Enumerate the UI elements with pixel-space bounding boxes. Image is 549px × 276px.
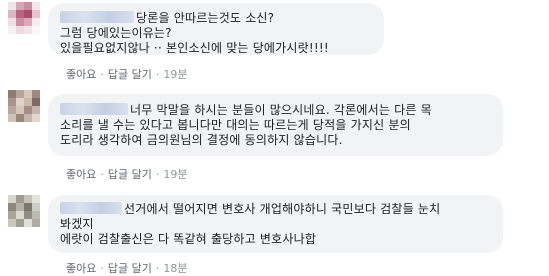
separator-dot: · xyxy=(100,168,104,181)
comment-text: 선거에서 떨어지면 변호사 개업해야하니 국민보다 검찰들 눈치 xyxy=(124,202,441,216)
comment-timestamp[interactable]: 19분 xyxy=(163,168,187,181)
comment-line: 있을필요없지않나 ·· 본인소신에 맞는 당에가시랏!!!! xyxy=(60,41,329,55)
reply-link[interactable]: 답글 달기 xyxy=(108,262,152,275)
author-name[interactable] xyxy=(60,11,134,23)
comment-line: 당론을 안따르는것도 소신? xyxy=(60,11,372,26)
separator-dot: · xyxy=(155,168,160,181)
separator-dot: · xyxy=(155,68,160,81)
comment-timestamp[interactable]: 19분 xyxy=(163,68,187,81)
comment-bubble: 너무 막말을 하시는 분들이 많으시네요. 각론에서는 다른 목 소리를 낼 수… xyxy=(48,94,503,156)
separator-dot: · xyxy=(100,262,104,275)
like-link[interactable]: 좋아요 xyxy=(66,262,96,275)
like-link[interactable]: 좋아요 xyxy=(66,68,96,81)
comment-line: 도리라 생각하여 금의원님의 결정에 동의하지 않습니다. xyxy=(60,133,343,147)
avatar[interactable] xyxy=(8,195,40,227)
reply-link[interactable]: 답글 달기 xyxy=(108,68,152,81)
comment-line: 에랏이 검찰출신은 다 똑같혀 출당하고 변호사나합 xyxy=(60,232,317,246)
reply-link[interactable]: 답글 달기 xyxy=(108,168,152,181)
comment-line: 너무 막말을 하시는 분들이 많으시네요. 각론에서는 다른 목 xyxy=(60,103,491,118)
like-link[interactable]: 좋아요 xyxy=(66,168,96,181)
comment-bubble: 당론을 안따르는것도 소신? 그럼 당에있는이유는? 있을필요없지않나 ·· 본… xyxy=(48,3,384,55)
avatar[interactable] xyxy=(8,2,40,34)
comment-line: 선거에서 떨어지면 변호사 개업해야하니 국민보다 검찰들 눈치 xyxy=(60,202,491,217)
author-name[interactable] xyxy=(60,103,128,115)
author-name[interactable] xyxy=(60,202,122,214)
comment-text: 당론을 안따르는것도 소신? xyxy=(136,11,275,25)
comment-actions: 좋아요 · 답글 달기 · 19분 xyxy=(66,66,187,82)
comment-line: 소리를 낼 수는 있다고 봅니다만 대의는 따르는게 당적을 가지신 분의 xyxy=(60,118,411,132)
avatar[interactable] xyxy=(8,90,40,122)
comment-bubble: 선거에서 떨어지면 변호사 개업해야하니 국민보다 검찰들 눈치 봐겠지 에랏이… xyxy=(48,195,503,253)
comment-line: 그럼 당에있는이유는? xyxy=(60,26,172,40)
comment-line: 봐겠지 xyxy=(60,217,94,231)
comment-actions: 좋아요 · 답글 달기 · 19분 xyxy=(66,166,187,182)
separator-dot: · xyxy=(100,68,104,81)
comment-text: 너무 막말을 하시는 분들이 많으시네요. 각론에서는 다른 목 xyxy=(130,103,432,117)
separator-dot: · xyxy=(155,262,160,275)
comment-timestamp[interactable]: 18분 xyxy=(163,262,187,275)
